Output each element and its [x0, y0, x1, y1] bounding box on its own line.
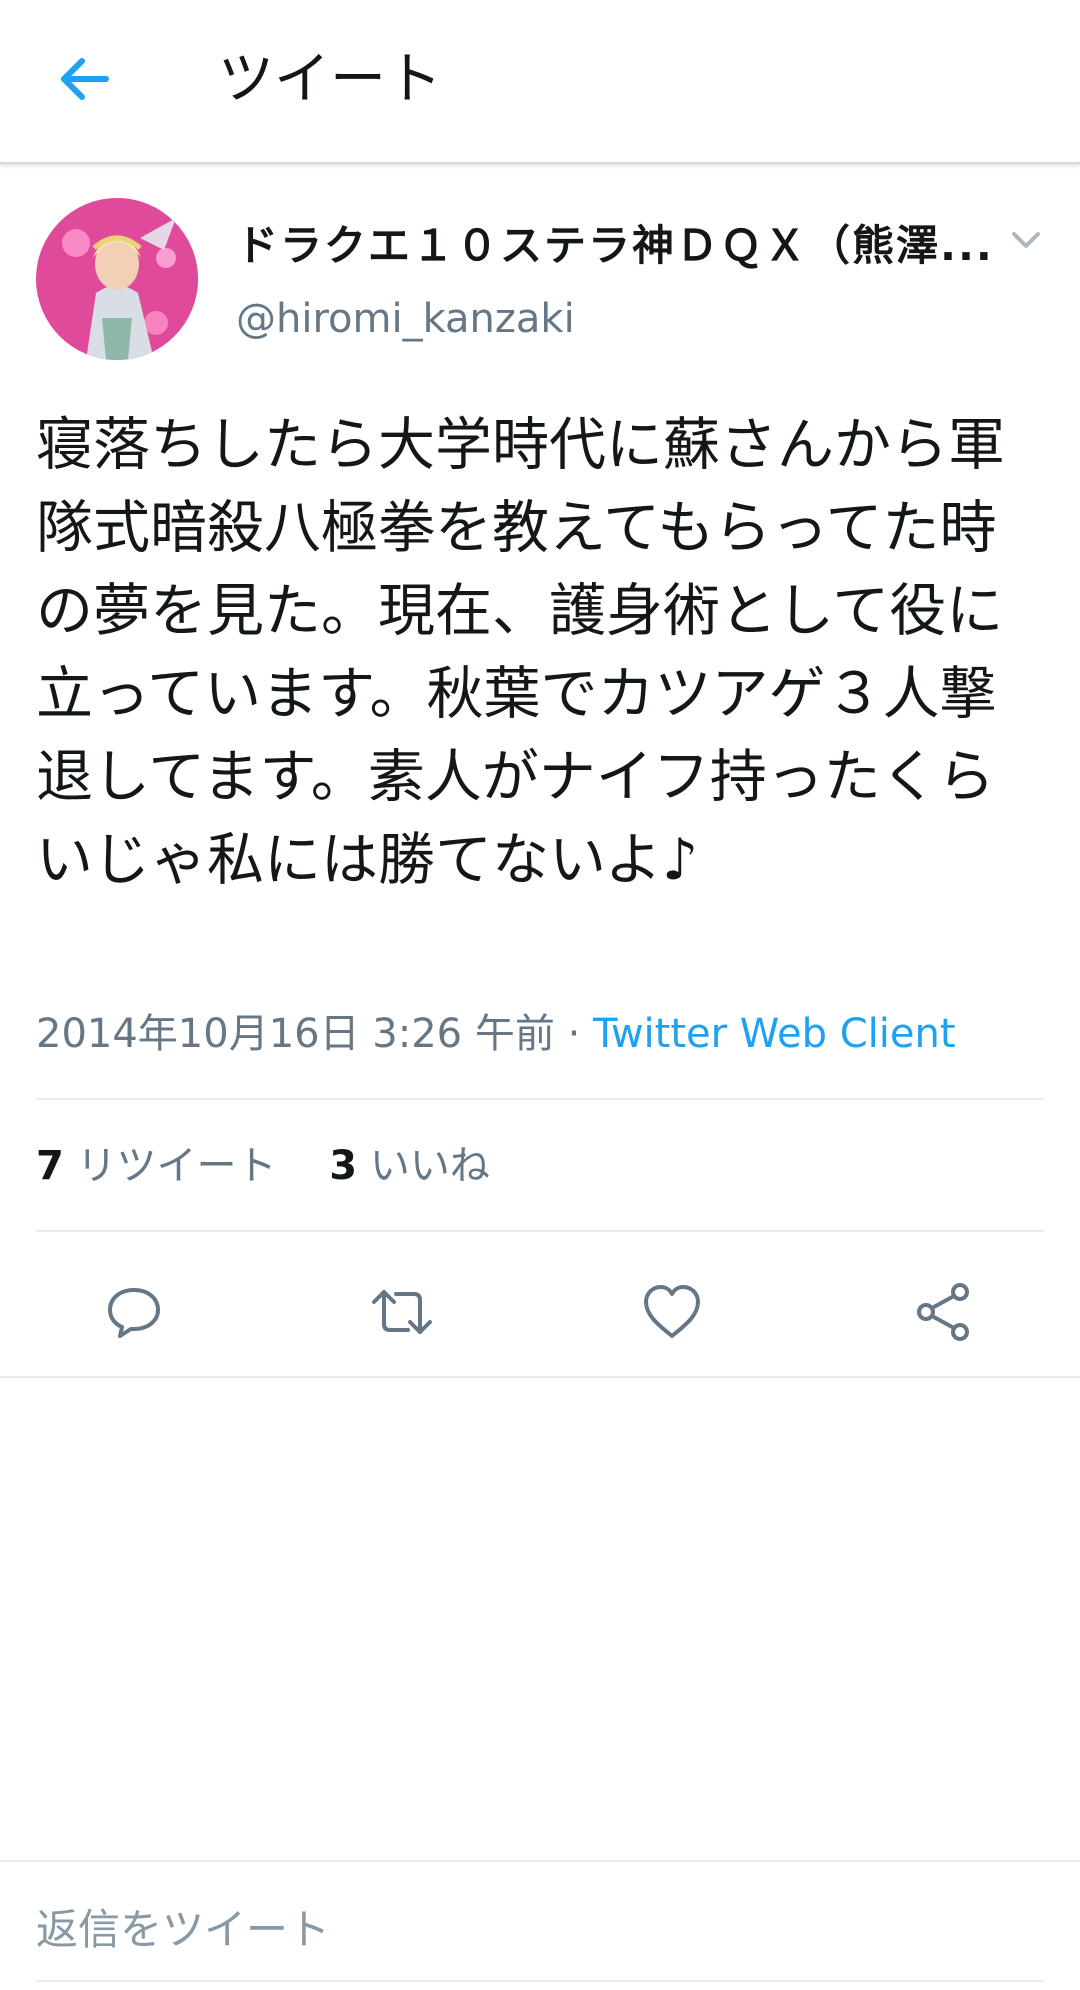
retweets-label: リツイート: [76, 1143, 277, 1189]
like-button[interactable]: [640, 1280, 704, 1344]
divider: [0, 1860, 1080, 1862]
retweet-icon: [372, 1290, 432, 1334]
share-button[interactable]: [912, 1280, 976, 1344]
chevron-down-icon: [1012, 232, 1040, 248]
reply-input[interactable]: 返信をツイート: [36, 1902, 1044, 1958]
tweet-meta: 2014年10月16日 3:26 午前 · Twitter Web Client: [36, 1008, 956, 1060]
likes-label: いいね: [369, 1143, 490, 1189]
share-icon: [917, 1283, 969, 1341]
more-options-button[interactable]: [1006, 220, 1046, 260]
tweet-stats: 7 リツイート 3 いいね: [36, 1140, 530, 1192]
heart-icon: [644, 1285, 700, 1338]
user-handle[interactable]: @hiromi_kanzaki: [236, 293, 575, 345]
back-button[interactable]: [50, 44, 120, 114]
tweet-author: ドラクエ１０ステラ神ＤＱＸ（熊澤... @hiromi_kanzaki: [36, 198, 1044, 368]
divider: [0, 1376, 1080, 1378]
retweets-stat[interactable]: 7 リツイート: [36, 1143, 277, 1189]
reply-icon: [108, 1288, 160, 1338]
divider: [36, 1230, 1044, 1232]
arrow-left-icon: [61, 58, 109, 100]
avatar-image: [36, 198, 198, 360]
retweet-button[interactable]: [370, 1280, 434, 1344]
reply-input-underline: [36, 1980, 1044, 1982]
likes-count: 3: [329, 1143, 358, 1189]
tweet-text: 寝落ちしたら大学時代に蘇さんから軍隊式暗殺八極拳を教えてもらってた時の夢を見た。…: [36, 412, 1005, 893]
top-bar: ツイート: [0, 0, 1080, 164]
page-title: ツイート: [218, 47, 442, 112]
avatar[interactable]: [36, 198, 198, 360]
tweet-timestamp: 2014年10月16日 3:26 午前: [36, 1011, 555, 1057]
tweet-actions: [0, 1260, 1080, 1356]
display-name[interactable]: ドラクエ１０ステラ神ＤＱＸ（熊澤...: [236, 218, 996, 274]
likes-stat[interactable]: 3 いいね: [329, 1143, 490, 1189]
divider: [36, 1098, 1044, 1100]
retweets-count: 7: [36, 1143, 64, 1189]
reply-button[interactable]: [102, 1280, 166, 1344]
meta-separator: ·: [567, 1011, 581, 1057]
tweet-client-link[interactable]: Twitter Web Client: [593, 1011, 956, 1057]
